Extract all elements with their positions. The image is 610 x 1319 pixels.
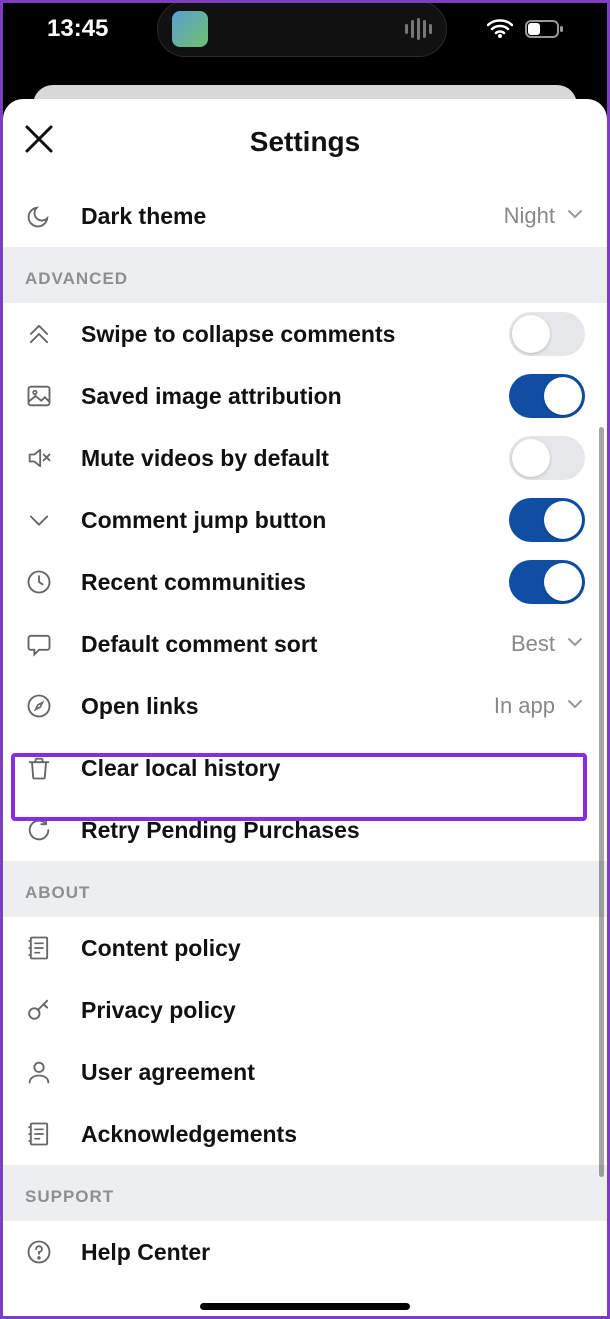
dark-theme-value: Night <box>504 203 555 229</box>
privacy-policy-row[interactable]: Privacy policy <box>3 979 607 1041</box>
settings-sheet: Settings Dark theme Night ADVANCED Swipe… <box>3 99 607 1316</box>
open-links-value: In app <box>494 693 555 719</box>
acknowledgements-row[interactable]: Acknowledgements <box>3 1103 607 1165</box>
comment-jump-row[interactable]: Comment jump button <box>3 489 607 551</box>
recent-communities-label: Recent communities <box>81 569 509 596</box>
help-center-label: Help Center <box>81 1239 585 1266</box>
recent-communities-row[interactable]: Recent communities <box>3 551 607 613</box>
saved-attribution-toggle[interactable] <box>509 374 585 418</box>
now-playing-app-icon <box>172 11 208 47</box>
status-bar: 13:45 <box>3 3 607 55</box>
mute-icon <box>25 444 81 472</box>
open-links-row[interactable]: Open links In app <box>3 675 607 737</box>
swipe-collapse-row[interactable]: Swipe to collapse comments <box>3 303 607 365</box>
sheet-header: Settings <box>3 99 607 185</box>
swipe-collapse-label: Swipe to collapse comments <box>81 321 509 348</box>
section-support: SUPPORT <box>3 1165 607 1221</box>
section-advanced: ADVANCED <box>3 247 607 303</box>
saved-attribution-row[interactable]: Saved image attribution <box>3 365 607 427</box>
content-policy-row[interactable]: Content policy <box>3 917 607 979</box>
chevron-down-icon <box>565 694 585 719</box>
wifi-icon <box>487 19 513 39</box>
key-icon <box>25 996 81 1024</box>
retry-purchases-label: Retry Pending Purchases <box>81 817 585 844</box>
document-icon <box>25 1120 81 1148</box>
comment-jump-label: Comment jump button <box>81 507 509 534</box>
clock-icon <box>25 568 81 596</box>
dark-theme-row[interactable]: Dark theme Night <box>3 185 607 247</box>
default-sort-row[interactable]: Default comment sort Best <box>3 613 607 675</box>
help-center-row[interactable]: Help Center <box>3 1221 607 1283</box>
acknowledgements-label: Acknowledgements <box>81 1121 585 1148</box>
mute-videos-label: Mute videos by default <box>81 445 509 472</box>
double-chevron-up-icon <box>25 320 81 348</box>
audio-waveform-icon <box>405 18 432 40</box>
default-sort-value: Best <box>511 631 555 657</box>
image-icon <box>25 382 81 410</box>
page-title: Settings <box>3 126 607 158</box>
privacy-policy-label: Privacy policy <box>81 997 585 1024</box>
comment-icon <box>25 630 81 658</box>
chevron-down-icon <box>565 632 585 657</box>
compass-icon <box>25 692 81 720</box>
default-sort-label: Default comment sort <box>81 631 511 658</box>
recent-communities-toggle[interactable] <box>509 560 585 604</box>
user-icon <box>25 1058 81 1086</box>
saved-attribution-label: Saved image attribution <box>81 383 509 410</box>
dynamic-island <box>157 3 447 57</box>
trash-icon <box>25 754 81 782</box>
retry-purchases-row[interactable]: Retry Pending Purchases <box>3 799 607 861</box>
mute-videos-row[interactable]: Mute videos by default <box>3 427 607 489</box>
help-icon <box>25 1238 81 1266</box>
chevron-down-icon <box>565 204 585 229</box>
home-indicator[interactable] <box>200 1303 410 1310</box>
dark-theme-label: Dark theme <box>81 203 504 230</box>
mute-videos-toggle[interactable] <box>509 436 585 480</box>
chevron-down-icon <box>25 506 81 534</box>
refresh-icon <box>25 816 81 844</box>
section-about: ABOUT <box>3 861 607 917</box>
open-links-label: Open links <box>81 693 494 720</box>
close-button[interactable] <box>23 123 55 160</box>
user-agreement-label: User agreement <box>81 1059 585 1086</box>
content-policy-label: Content policy <box>81 935 585 962</box>
clear-history-row[interactable]: Clear local history <box>3 737 607 799</box>
battery-icon <box>525 20 563 38</box>
scroll-indicator[interactable] <box>599 427 604 1177</box>
clear-history-label: Clear local history <box>81 755 585 782</box>
user-agreement-row[interactable]: User agreement <box>3 1041 607 1103</box>
comment-jump-toggle[interactable] <box>509 498 585 542</box>
document-icon <box>25 934 81 962</box>
status-time: 13:45 <box>47 15 108 43</box>
swipe-collapse-toggle[interactable] <box>509 312 585 356</box>
moon-icon <box>25 202 81 230</box>
